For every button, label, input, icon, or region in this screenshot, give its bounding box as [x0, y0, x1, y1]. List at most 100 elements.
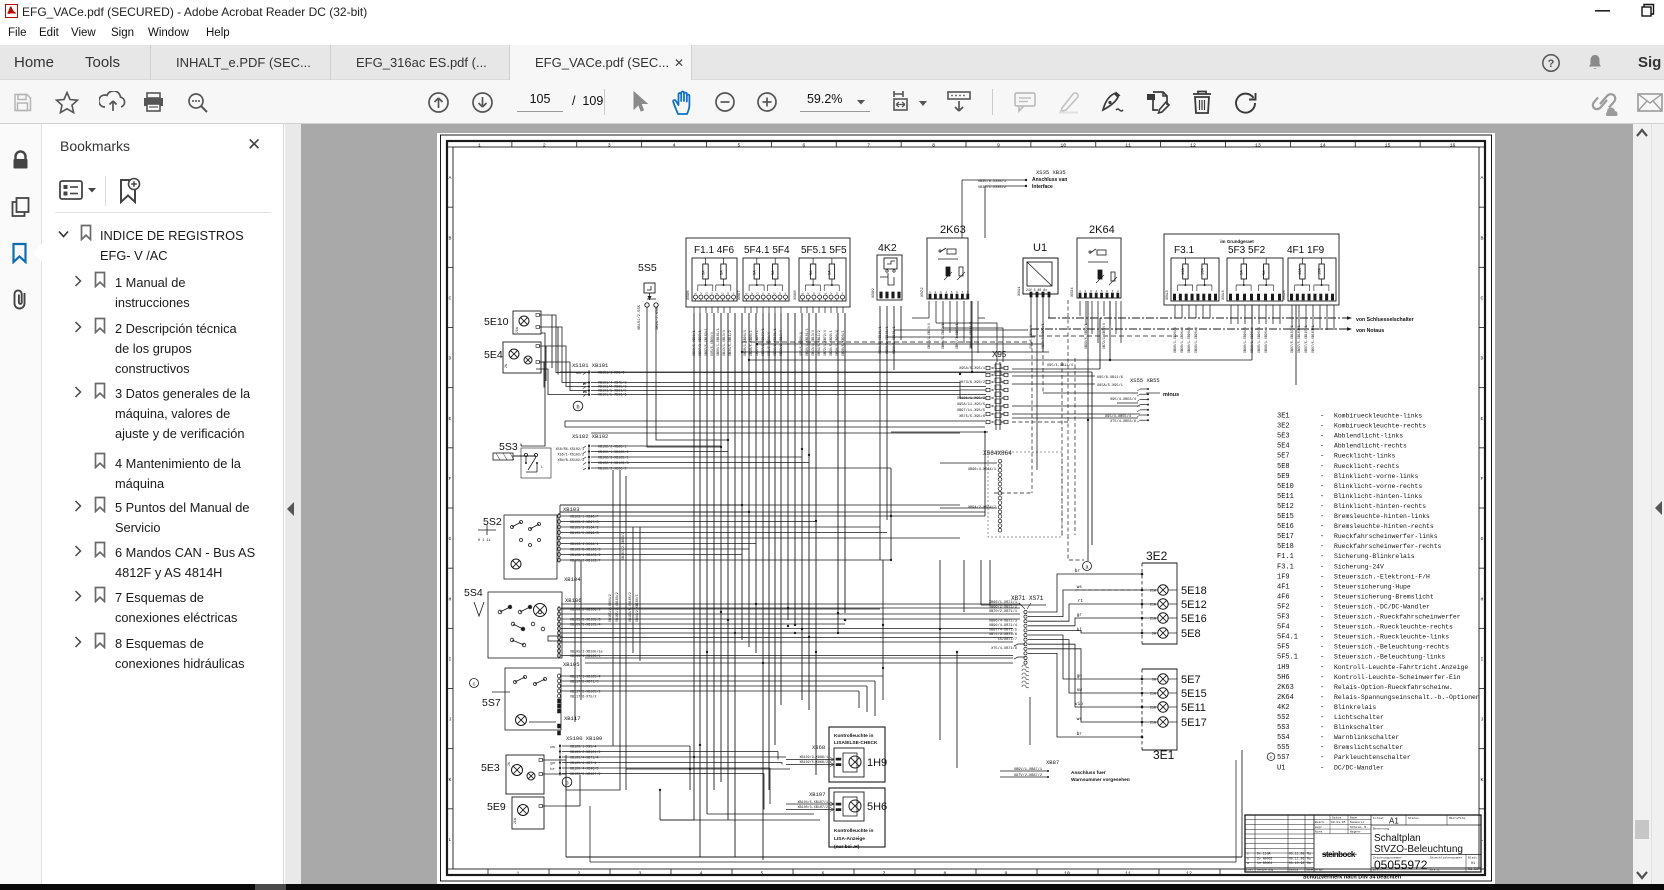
- svg-text:Norm: Norm: [1315, 831, 1322, 834]
- svg-text:5S7: 5S7: [482, 697, 501, 709]
- svg-text:X87V/2-XB87/2: X87V/2-XB87/2: [1014, 773, 1042, 778]
- svg-text:5E3: 5E3: [481, 762, 500, 774]
- svg-text:Steuersicherung-Hupe: Steuersicherung-Hupe: [1334, 583, 1411, 590]
- svg-text:Bremslichtschalter: Bremslichtschalter: [1334, 744, 1403, 751]
- svg-text:5F2: 5F2: [1277, 603, 1290, 611]
- svg-text:XB104: XB104: [564, 576, 581, 583]
- svg-text:C: C: [449, 295, 452, 301]
- svg-text:6: 6: [1106, 290, 1108, 293]
- svg-text:Microfilm: Microfilm: [1449, 816, 1465, 820]
- svg-text:21W: 21W: [1150, 590, 1157, 594]
- svg-text:XB98/1-XB96/4: XB98/1-XB96/4: [1243, 327, 1247, 353]
- svg-text:4: 4: [1095, 290, 1097, 293]
- svg-text:Status: Status: [1408, 817, 1419, 820]
- svg-text:G: G: [1481, 536, 1484, 542]
- svg-text:2W: 2W: [507, 762, 511, 766]
- svg-text:5E7: 5E7: [1181, 674, 1201, 686]
- svg-text:5A: 5A: [702, 270, 706, 275]
- svg-text:L: L: [541, 466, 543, 470]
- svg-text:(nur bei .H): (nur bei .H): [834, 844, 860, 850]
- svg-text:5F4: 5F4: [1277, 624, 1290, 632]
- svg-text:09.11.96: 09.11.96: [1289, 856, 1304, 860]
- svg-text:5H6: 5H6: [867, 801, 887, 813]
- svg-text:5E7: 5E7: [1277, 453, 1290, 461]
- svg-text:Ra: Ra: [1307, 852, 1311, 856]
- svg-text:gn: gn: [1077, 674, 1083, 679]
- svg-text:1H9: 1H9: [1277, 664, 1290, 672]
- svg-text:5E10: 5E10: [1277, 483, 1294, 491]
- svg-text:im Grundgeraet: im Grundgeraet: [1220, 239, 1254, 244]
- svg-text:14: 14: [1320, 143, 1326, 149]
- svg-text:Ruecklicht-links: Ruecklicht-links: [1334, 453, 1396, 460]
- svg-text:-: -: [1320, 694, 1324, 702]
- svg-text:ws: ws: [576, 372, 581, 376]
- svg-text:H: H: [1481, 596, 1484, 602]
- svg-text:ws: ws: [1077, 585, 1083, 590]
- svg-text:-: -: [1320, 523, 1324, 531]
- svg-text:5E18: 5E18: [1181, 585, 1207, 597]
- svg-text:XB100/1-X95/4: XB100/1-X95/4: [570, 745, 596, 750]
- svg-text:XB72: XB72: [921, 287, 925, 297]
- svg-text:-: -: [1320, 603, 1324, 611]
- svg-text:5F5: 5F5: [1277, 644, 1290, 652]
- svg-text:3: 3: [779, 292, 782, 294]
- svg-text:5E9: 5E9: [1277, 473, 1290, 481]
- svg-text:2: 2: [722, 292, 725, 294]
- svg-text:Format: Format: [1373, 817, 1384, 820]
- svg-text:XB107: XB107: [809, 791, 826, 798]
- svg-text:4: 4: [700, 871, 703, 877]
- svg-text:br: br: [583, 382, 587, 387]
- svg-text:XB96/1-XB101/1: XB96/1-XB101/1: [892, 326, 896, 354]
- svg-text:2K64: 2K64: [1089, 224, 1115, 236]
- svg-text:1: 1: [695, 292, 698, 294]
- svg-text:XB102/1-XB105/4: XB102/1-XB105/4: [598, 450, 629, 455]
- svg-text:5E4: 5E4: [484, 349, 503, 361]
- svg-text:2v N0002: 2v N0002: [1257, 856, 1272, 860]
- svg-text:Steuersich.-Rueckleuchte-recht: Steuersich.-Rueckleuchte-rechts: [1334, 624, 1453, 631]
- svg-text:2: 2: [700, 292, 703, 294]
- svg-text:XB101/1-X95/3: XB101/1-X95/3: [957, 396, 985, 401]
- svg-text:5E17: 5E17: [1181, 717, 1207, 729]
- svg-text:5A: 5A: [829, 270, 833, 275]
- svg-text:5F5.1 5F5: 5F5.1 5F5: [801, 245, 847, 256]
- svg-text:7: 7: [1112, 290, 1114, 293]
- svg-text:XB98/1-XB96/4: XB98/1-XB96/4: [1180, 327, 1184, 353]
- svg-text:Steuersich.-Beleuchtung-links: Steuersich.-Beleuchtung-links: [1334, 654, 1445, 661]
- svg-text:XB103/5-XB96/B: XB103/5-XB96/B: [570, 531, 599, 536]
- svg-text:-: -: [1320, 423, 1324, 431]
- svg-text:XB101/1-X95/3: XB101/1-X95/3: [598, 371, 624, 376]
- svg-text:Relais-Option-Rueckfahrscheinw: Relais-Option-Rueckfahrscheinw.: [1334, 684, 1453, 691]
- svg-text:XB117: XB117: [564, 715, 581, 722]
- svg-text:5E17: 5E17: [1277, 533, 1294, 541]
- svg-text:13: 13: [1255, 143, 1261, 149]
- svg-text:2K64: 2K64: [1277, 694, 1294, 702]
- svg-text:LISA-Anzeige: LISA-Anzeige: [834, 836, 865, 842]
- svg-text:"Schutzvermerk nach DIN 34 bea: "Schutzvermerk nach DIN 34 beachten": [1300, 875, 1404, 881]
- svg-text:XB103/3-X564/2: XB103/3-X564/2: [570, 526, 599, 531]
- svg-text:3: 3: [727, 292, 730, 294]
- svg-text:21W: 21W: [1150, 618, 1157, 622]
- svg-text:ws: ws: [1077, 717, 1083, 722]
- svg-text:5E15: 5E15: [1277, 513, 1294, 521]
- svg-text:F1.1: F1.1: [1277, 553, 1294, 561]
- svg-text:6: 6: [802, 143, 805, 149]
- svg-text:21W: 21W: [515, 327, 519, 333]
- svg-text:K: K: [449, 777, 452, 783]
- svg-text:10A: 10A: [1318, 267, 1322, 275]
- svg-text:XB15: XB15: [1283, 290, 1287, 300]
- svg-text:4: 4: [673, 143, 676, 149]
- svg-text:5S7: 5S7: [1277, 754, 1290, 762]
- svg-text:5E10: 5E10: [484, 316, 509, 328]
- svg-text:4: 4: [762, 292, 765, 294]
- svg-text:3: 3: [608, 143, 611, 149]
- svg-text:XB98/1-XB96/4: XB98/1-XB96/4: [1264, 327, 1268, 353]
- svg-text:5E16: 5E16: [1277, 523, 1294, 531]
- svg-text:-: -: [1320, 664, 1324, 672]
- svg-text:Datum: Datum: [1289, 869, 1298, 872]
- svg-text:-: -: [1320, 744, 1324, 752]
- svg-text:gr: gr: [1077, 612, 1083, 618]
- svg-text:XB106/1-XB103/2: XB106/1-XB103/2: [570, 553, 601, 558]
- svg-text:J: J: [449, 717, 452, 723]
- svg-text:5A: 5A: [810, 270, 814, 275]
- svg-text:1H9: 1H9: [867, 757, 887, 769]
